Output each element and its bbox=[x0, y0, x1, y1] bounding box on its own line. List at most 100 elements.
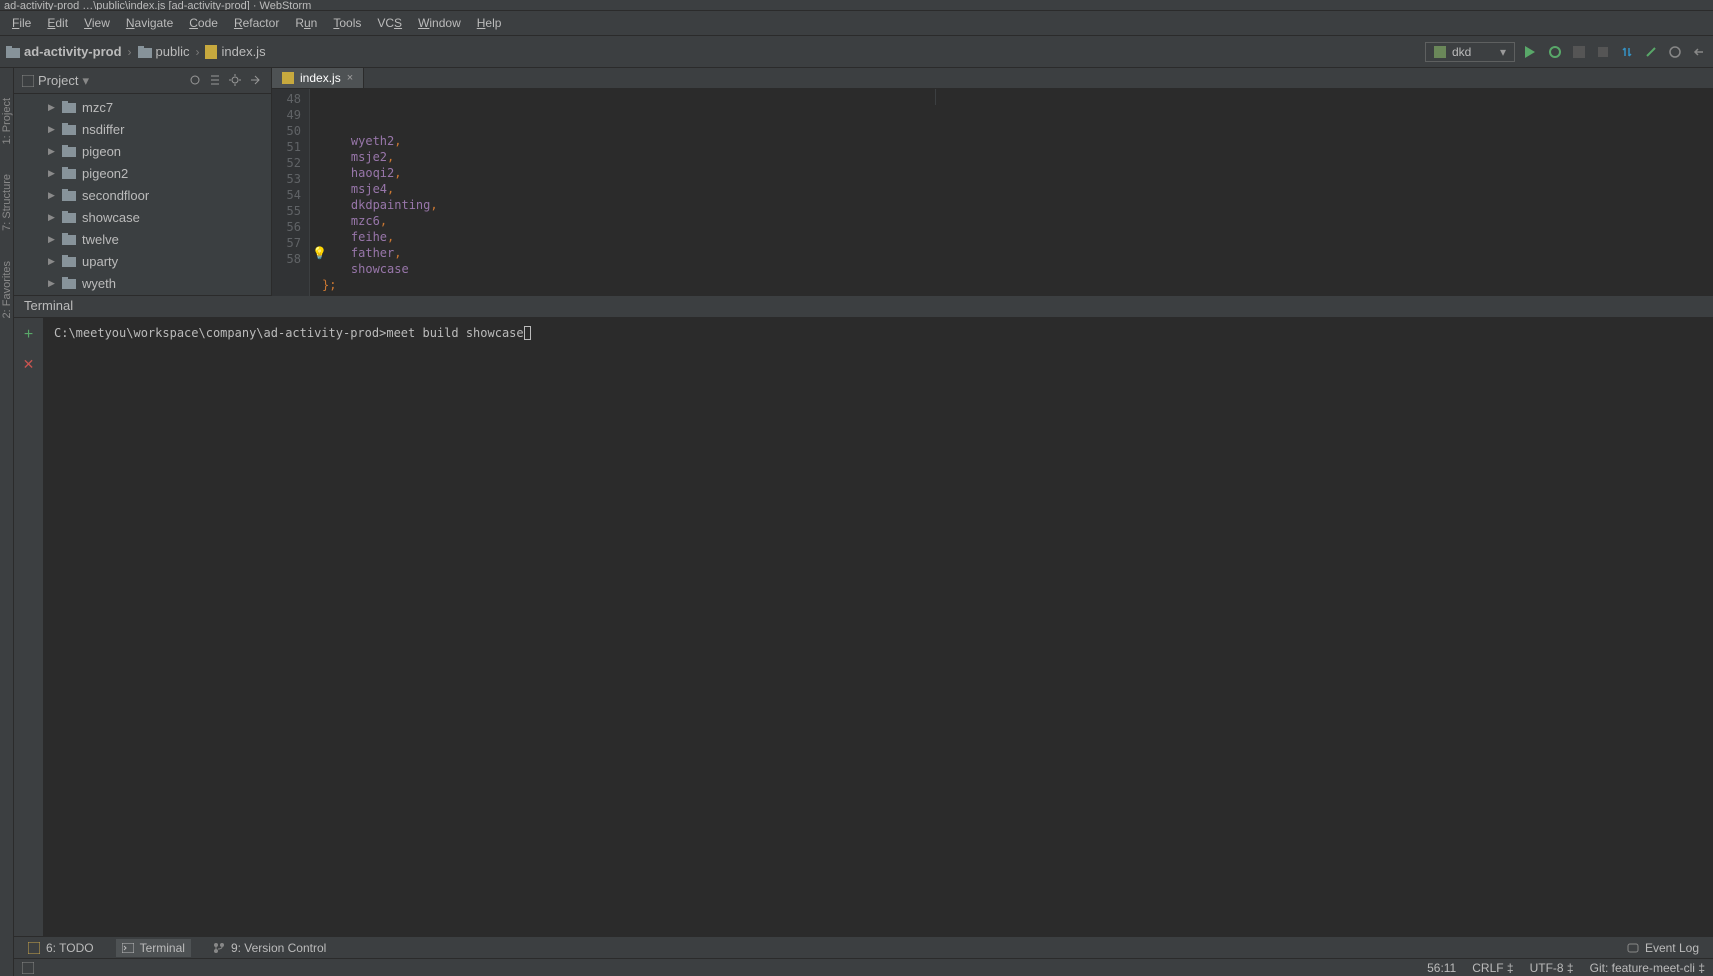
breadcrumb-dir[interactable]: public bbox=[138, 44, 190, 59]
folder-icon bbox=[62, 145, 76, 157]
tree-folder-label: pigeon2 bbox=[82, 166, 128, 181]
editor-code[interactable]: wyeth2, msje2, haoqi2, msje4, dkdpaintin… bbox=[310, 89, 450, 311]
script-icon bbox=[1434, 46, 1446, 58]
title-bar: ad-activity-prod …\public\index.js [ad-a… bbox=[0, 0, 1713, 11]
terminal-close-button[interactable]: ✕ bbox=[23, 356, 35, 373]
tool-structure[interactable]: 7: Structure bbox=[1, 174, 13, 231]
terminal-cursor bbox=[524, 326, 531, 340]
folder-icon bbox=[62, 189, 76, 201]
tree-folder-label: uparty bbox=[82, 254, 118, 269]
menu-tools[interactable]: Tools bbox=[325, 14, 369, 32]
chevron-right-icon: › bbox=[195, 45, 199, 59]
tool-project[interactable]: 1: Project bbox=[1, 98, 13, 144]
menu-code[interactable]: Code bbox=[181, 14, 226, 32]
collapse-icon[interactable] bbox=[209, 74, 223, 88]
expand-icon[interactable]: ▶ bbox=[48, 256, 56, 267]
terminal-add-button[interactable]: + bbox=[24, 326, 33, 344]
tree-folder-wyeth2[interactable]: ▶wyeth2 bbox=[14, 294, 271, 295]
left-tool-strip: 1: Project 7: Structure 2: Favorites bbox=[0, 68, 14, 976]
coverage-button bbox=[1571, 44, 1587, 60]
tool-event-log[interactable]: Event Log bbox=[1621, 939, 1705, 957]
menu-window[interactable]: Window bbox=[410, 14, 469, 32]
event-log-icon bbox=[1627, 942, 1639, 954]
expand-icon[interactable]: ▶ bbox=[48, 146, 56, 157]
folder-icon bbox=[62, 233, 76, 245]
expand-icon[interactable]: ▶ bbox=[48, 190, 56, 201]
expand-icon[interactable]: ▶ bbox=[48, 102, 56, 113]
tree-folder-wyeth[interactable]: ▶wyeth bbox=[14, 272, 271, 294]
tree-folder-showcase[interactable]: ▶showcase bbox=[14, 206, 271, 228]
tree-folder-pigeon[interactable]: ▶pigeon bbox=[14, 140, 271, 162]
tree-folder-secondfloor[interactable]: ▶ secondfloor bbox=[14, 184, 271, 206]
tree-folder-nsdiffer[interactable]: ▶nsdiffer bbox=[14, 118, 271, 140]
expand-icon[interactable]: ▶ bbox=[48, 278, 56, 289]
close-icon[interactable]: × bbox=[347, 72, 353, 84]
hide-icon[interactable] bbox=[249, 74, 263, 88]
vcs-rollback-button[interactable] bbox=[1691, 44, 1707, 60]
locate-icon[interactable] bbox=[189, 74, 203, 88]
tool-version-control[interactable]: 9: Version Control bbox=[207, 939, 332, 957]
terminal-icon bbox=[122, 943, 134, 953]
terminal-panel-title[interactable]: Terminal bbox=[14, 296, 1713, 318]
terminal-content[interactable]: C:\meetyou\workspace\company\ad-activity… bbox=[44, 318, 1713, 936]
folder-icon bbox=[62, 211, 76, 223]
folder-icon bbox=[138, 46, 152, 58]
stop-button bbox=[1595, 44, 1611, 60]
vcs-commit-button[interactable] bbox=[1643, 44, 1659, 60]
folder-icon bbox=[62, 167, 76, 179]
project-panel: Project ▾ ▶mzc7▶nsdiffer▶pigeon▶pigeon2▶… bbox=[14, 68, 272, 295]
editor-area: index.js × 4849505152535455565758 wyeth2… bbox=[272, 68, 1713, 295]
expand-icon[interactable]: ▶ bbox=[48, 234, 56, 245]
branch-icon bbox=[213, 942, 225, 954]
status-line-sep[interactable]: CRLF ‡ bbox=[1472, 961, 1513, 975]
status-bar: 56:11 CRLF ‡ UTF-8 ‡ Git: feature-meet-c… bbox=[14, 958, 1713, 976]
menu-vcs[interactable]: VCS bbox=[369, 14, 410, 32]
tool-todo[interactable]: 6: TODO bbox=[22, 939, 100, 957]
project-icon bbox=[22, 75, 34, 87]
tool-terminal[interactable]: Terminal bbox=[116, 939, 191, 957]
menu-refactor[interactable]: Refactor bbox=[226, 14, 287, 32]
folder-icon bbox=[62, 255, 76, 267]
gear-icon[interactable] bbox=[229, 74, 243, 88]
menu-view[interactable]: View bbox=[76, 14, 118, 32]
expand-icon[interactable]: ▶ bbox=[48, 124, 56, 135]
chevron-right-icon: › bbox=[128, 45, 132, 59]
run-config-select[interactable]: dkd ▾ bbox=[1425, 42, 1515, 62]
menu-edit[interactable]: Edit bbox=[39, 14, 76, 32]
editor-tab-index[interactable]: index.js × bbox=[272, 68, 364, 88]
tool-windows-icon[interactable] bbox=[22, 962, 34, 974]
chevron-down-icon[interactable]: ▾ bbox=[82, 73, 89, 89]
tree-folder-uparty[interactable]: ▶ uparty bbox=[14, 250, 271, 272]
project-panel-title: Project bbox=[38, 73, 78, 88]
vcs-history-button[interactable] bbox=[1667, 44, 1683, 60]
tool-favorites[interactable]: 2: Favorites bbox=[1, 261, 13, 318]
tree-folder-label: secondfloor bbox=[82, 188, 149, 203]
chevron-down-icon: ▾ bbox=[1500, 45, 1506, 59]
tree-folder-mzc7[interactable]: ▶mzc7 bbox=[14, 96, 271, 118]
expand-icon[interactable]: ▶ bbox=[48, 168, 56, 179]
tree-folder-label: twelve bbox=[82, 232, 119, 247]
menu-navigate[interactable]: Navigate bbox=[118, 14, 181, 32]
debug-button[interactable] bbox=[1547, 44, 1563, 60]
right-margin-line bbox=[935, 89, 936, 105]
editor-body[interactable]: 4849505152535455565758 wyeth2, msje2, ha… bbox=[272, 89, 1713, 311]
vcs-update-button[interactable] bbox=[1619, 44, 1635, 60]
expand-icon[interactable]: ▶ bbox=[48, 212, 56, 223]
status-git-branch[interactable]: Git: feature-meet-cli ‡ bbox=[1590, 961, 1705, 975]
status-encoding[interactable]: UTF-8 ‡ bbox=[1530, 961, 1574, 975]
folder-icon bbox=[6, 46, 20, 58]
menu-help[interactable]: Help bbox=[469, 14, 510, 32]
project-tree[interactable]: ▶mzc7▶nsdiffer▶pigeon▶pigeon2▶secondfloo… bbox=[14, 94, 271, 295]
breadcrumb-root[interactable]: ad-activity-prod bbox=[6, 44, 122, 59]
run-button[interactable] bbox=[1523, 44, 1539, 60]
tree-folder-pigeon2[interactable]: ▶ pigeon2 bbox=[14, 162, 271, 184]
intention-bulb-icon[interactable]: 💡 bbox=[312, 245, 327, 261]
status-caret-pos[interactable]: 56:11 bbox=[1427, 961, 1456, 975]
editor-gutter: 4849505152535455565758 bbox=[272, 89, 310, 311]
breadcrumb-file[interactable]: index.js bbox=[205, 44, 265, 59]
folder-icon bbox=[62, 123, 76, 135]
menu-file[interactable]: File bbox=[4, 14, 39, 32]
menu-run[interactable]: Run bbox=[287, 14, 325, 32]
js-file-icon bbox=[282, 72, 294, 84]
tree-folder-twelve[interactable]: ▶ twelve bbox=[14, 228, 271, 250]
